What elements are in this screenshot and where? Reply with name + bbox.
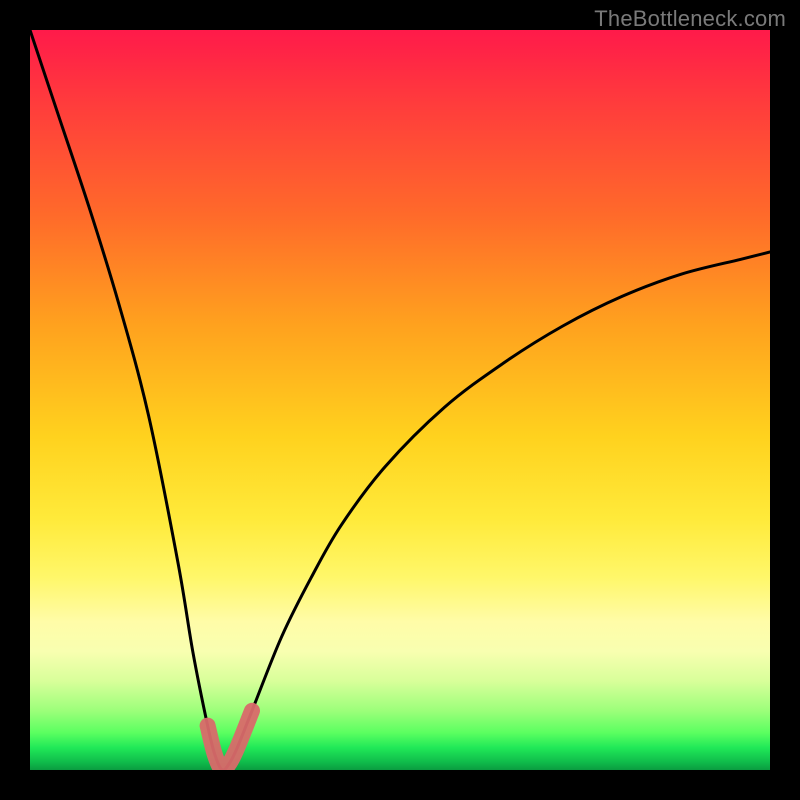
plot-area (30, 30, 770, 770)
optimal-range-highlight (208, 711, 252, 770)
chart-frame: TheBottleneck.com (0, 0, 800, 800)
bottleneck-chart (30, 30, 770, 770)
watermark-text: TheBottleneck.com (594, 6, 786, 32)
curve-line (30, 30, 770, 770)
